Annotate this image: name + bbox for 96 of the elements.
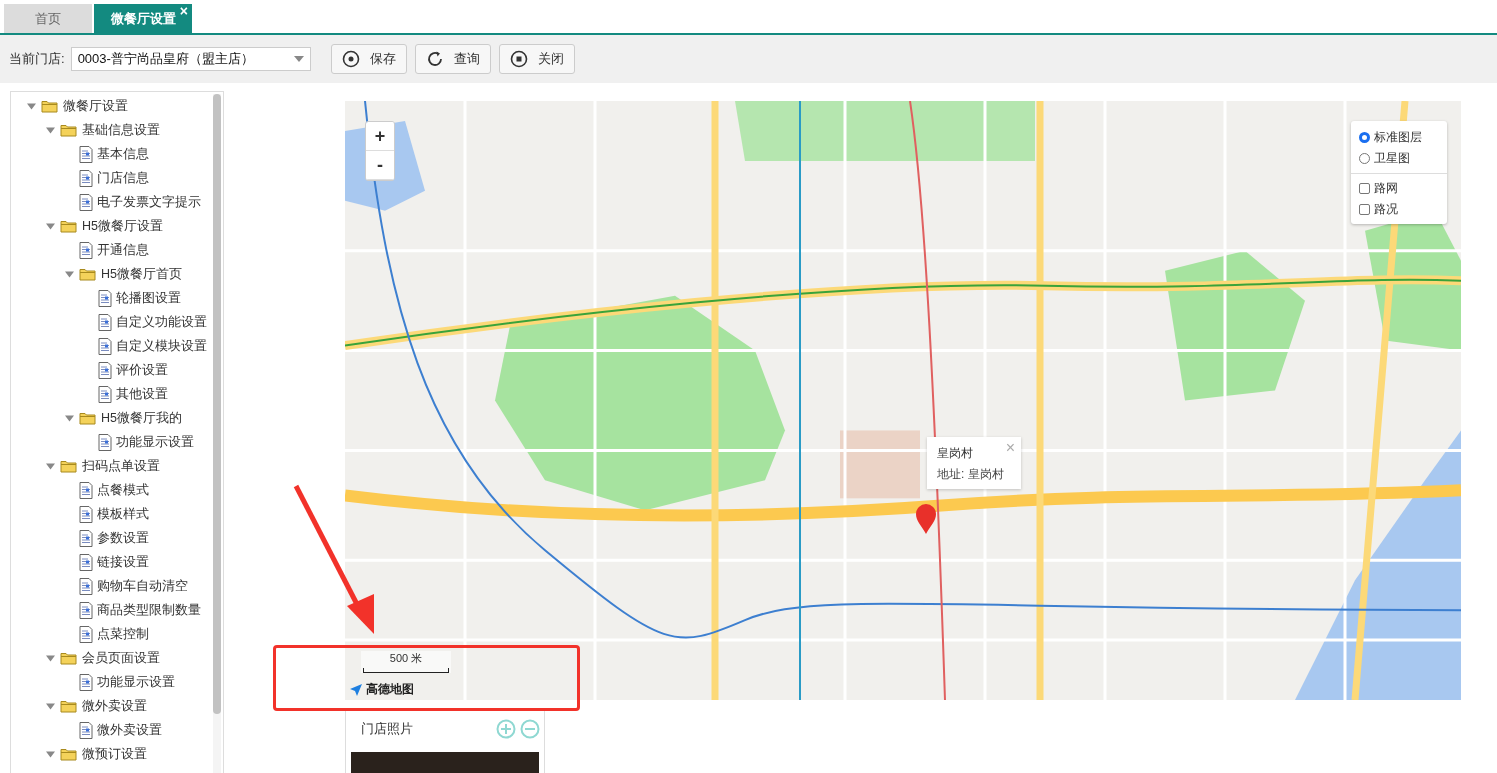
map-logo: 高德地图 — [366, 681, 414, 698]
document-icon — [79, 145, 93, 163]
tree-item[interactable]: 微餐厅设置 — [63, 97, 128, 115]
document-icon — [79, 481, 93, 499]
store-label: 当前门店: — [9, 50, 65, 68]
tree-item[interactable]: 微预订设置 — [82, 745, 147, 763]
panel-title: 门店照片 — [361, 720, 413, 738]
document-icon — [98, 313, 112, 331]
tree-item[interactable]: 商品类型限制数量 — [97, 601, 201, 619]
expand-arrow-icon[interactable] — [46, 221, 55, 231]
document-icon — [98, 433, 112, 451]
folder-icon — [60, 459, 78, 473]
layer-option[interactable]: 标准图层 — [1374, 129, 1422, 146]
tree-item[interactable]: 参数设置 — [97, 529, 149, 547]
tree-item[interactable]: 微外卖设置 — [97, 721, 162, 739]
scrollbar-thumb[interactable] — [213, 94, 221, 714]
folder-icon — [60, 219, 78, 233]
map-scale: 500 米 — [361, 651, 451, 673]
tree-item[interactable]: 模板样式 — [97, 505, 149, 523]
tree-item[interactable]: 微外卖设置 — [82, 697, 147, 715]
navigation-arrow-icon — [349, 682, 363, 697]
tab[interactable]: 首页 — [4, 4, 92, 33]
folder-icon — [41, 99, 59, 113]
tree-item[interactable]: 功能显示设置 — [97, 673, 175, 691]
checkbox[interactable] — [1359, 183, 1370, 194]
close-tab-button[interactable]: × — [179, 4, 188, 18]
document-icon — [79, 673, 93, 691]
close-button[interactable]: 关闭 — [498, 44, 575, 74]
tree-item[interactable]: H5微餐厅设置 — [82, 217, 163, 235]
expand-arrow-icon[interactable] — [46, 653, 55, 663]
document-icon — [79, 241, 93, 259]
map-view[interactable]: + - 标准图层 卫星图 路网 路况 皇岗村 地址: 皇岗村 × 500 米 高德地图 — [345, 101, 1461, 700]
document-icon — [98, 337, 112, 355]
tree-item[interactable]: 购物车自动清空 — [97, 577, 188, 595]
document-icon — [98, 289, 112, 307]
expand-arrow-icon[interactable] — [46, 749, 55, 759]
document-icon — [79, 721, 93, 739]
radio-button[interactable] — [1359, 153, 1370, 164]
document-icon — [79, 553, 93, 571]
tree-item[interactable]: 开通信息 — [97, 241, 149, 259]
tree-item[interactable]: 功能显示设置 — [116, 433, 194, 451]
expand-arrow-icon[interactable] — [65, 413, 74, 423]
tree-item[interactable]: 扫码点单设置 — [82, 457, 160, 475]
folder-icon — [60, 651, 78, 665]
tree-item[interactable]: 基本信息 — [97, 145, 149, 163]
expand-arrow-icon[interactable] — [27, 101, 36, 111]
overlay-option[interactable]: 路况 — [1374, 201, 1398, 218]
zoom-out-button[interactable]: - — [366, 151, 394, 180]
document-icon — [79, 577, 93, 595]
save-button[interactable]: 保存 — [330, 44, 407, 74]
document-icon — [79, 625, 93, 643]
folder-icon — [60, 747, 78, 761]
radio-button[interactable] — [1359, 132, 1370, 143]
zoom-in-button[interactable]: + — [366, 122, 394, 151]
map-pin-icon[interactable] — [915, 503, 937, 535]
tree-item[interactable]: 会员页面设置 — [82, 649, 160, 667]
document-icon — [79, 193, 93, 211]
caret-icon — [293, 56, 304, 62]
folder-icon — [79, 267, 97, 281]
record-icon — [341, 50, 360, 68]
tree-item[interactable]: 基础信息设置 — [82, 121, 160, 139]
popup-title: 皇岗村 — [937, 445, 973, 462]
refresh-button[interactable]: 查询 — [414, 44, 491, 74]
tree-item[interactable]: 点餐模式 — [97, 481, 149, 499]
store-select[interactable]: 0003-普宁尚品皇府（盟主店） — [70, 47, 311, 71]
document-icon — [79, 529, 93, 547]
refresh-icon — [425, 50, 444, 68]
tree-item[interactable]: 电子发票文字提示 — [97, 193, 201, 211]
tree-item[interactable]: 其他设置 — [116, 385, 168, 403]
tree-item[interactable]: 轮播图设置 — [116, 289, 181, 307]
document-icon — [98, 361, 112, 379]
tree-item[interactable]: 评价设置 — [116, 361, 168, 379]
folder-icon — [60, 123, 78, 137]
tab[interactable]: 微餐厅设置 × — [94, 4, 192, 33]
document-icon — [79, 601, 93, 619]
document-icon — [79, 505, 93, 523]
stop-icon — [509, 50, 528, 68]
tree-item[interactable]: H5微餐厅首页 — [101, 265, 182, 283]
popup-address: 地址: 皇岗村 — [937, 466, 1005, 483]
tree-item[interactable]: H5微餐厅我的 — [101, 409, 182, 427]
expand-arrow-icon[interactable] — [46, 125, 55, 135]
layer-option[interactable]: 卫星图 — [1374, 150, 1410, 167]
overlay-option[interactable]: 路网 — [1374, 180, 1398, 197]
tree-item[interactable]: 自定义功能设置 — [116, 313, 207, 331]
checkbox[interactable] — [1359, 204, 1370, 215]
folder-icon — [79, 411, 97, 425]
expand-arrow-icon[interactable] — [46, 461, 55, 471]
folder-icon — [60, 699, 78, 713]
tree-item[interactable]: 自定义模块设置 — [116, 337, 207, 355]
expand-arrow-icon[interactable] — [46, 701, 55, 711]
expand-arrow-icon[interactable] — [65, 269, 74, 279]
tree-item[interactable]: 点菜控制 — [97, 625, 149, 643]
tree-item[interactable]: 门店信息 — [97, 169, 149, 187]
document-icon — [79, 169, 93, 187]
tree-item[interactable]: 链接设置 — [97, 553, 149, 571]
document-icon — [98, 385, 112, 403]
